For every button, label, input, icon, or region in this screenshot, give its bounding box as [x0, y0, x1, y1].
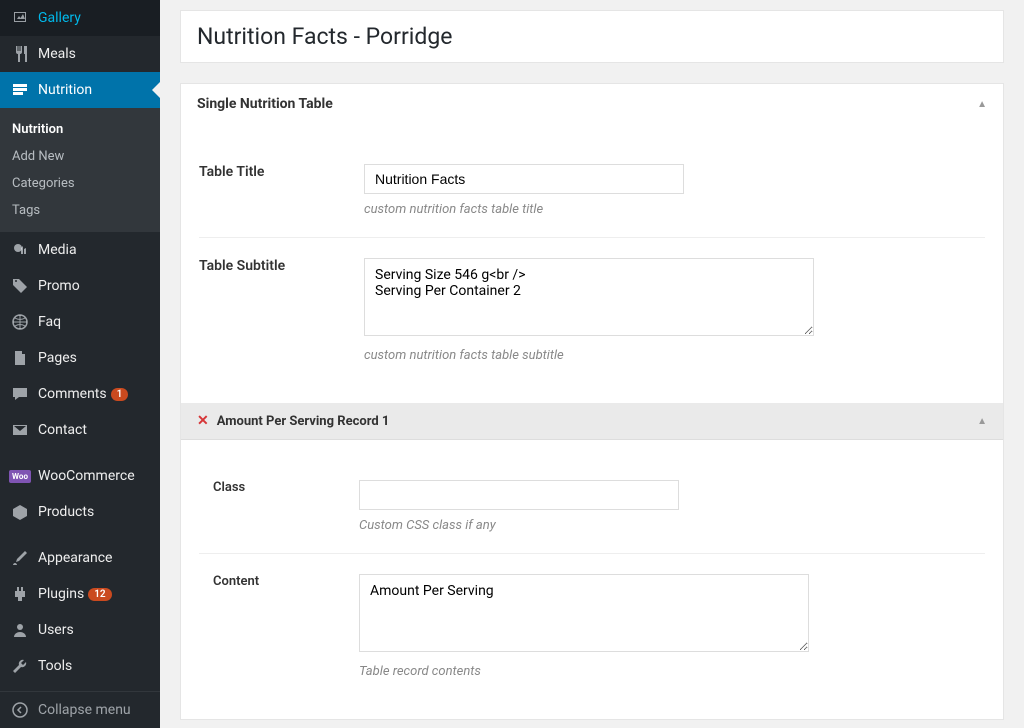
field-table-subtitle: Table Subtitle custom nutrition facts ta… — [199, 238, 985, 383]
sidebar-item-label: WooCommerce — [38, 468, 135, 484]
sidebar-item-label: Promo — [38, 278, 80, 294]
tools-icon — [10, 656, 30, 676]
nutrition-icon — [10, 80, 30, 100]
sidebar-item-label: Products — [38, 504, 94, 520]
collapse-arrow-icon: ▲ — [977, 99, 987, 110]
submenu-item-categories[interactable]: Categories — [0, 170, 160, 197]
panel-header[interactable]: Single Nutrition Table ▲ — [181, 84, 1003, 124]
pages-icon — [10, 348, 30, 368]
sidebar-item-plugins[interactable]: Plugins 12 — [0, 576, 160, 612]
remove-record-icon[interactable]: ✕ — [197, 413, 209, 429]
content-help: Table record contents — [359, 664, 985, 679]
sidebar-item-label: Plugins — [38, 586, 84, 602]
sidebar-item-users[interactable]: Users — [0, 612, 160, 648]
sidebar-item-media[interactable]: Media — [0, 232, 160, 268]
sidebar-item-label: Contact — [38, 422, 87, 438]
sidebar-item-nutrition[interactable]: Nutrition — [0, 72, 160, 108]
sidebar-item-contact[interactable]: Contact — [0, 412, 160, 448]
sidebar-item-settings[interactable]: Settings — [0, 684, 160, 691]
sidebar-item-label: Users — [38, 622, 74, 638]
sidebar-item-faq[interactable]: Faq — [0, 304, 160, 340]
class-help: Custom CSS class if any — [359, 518, 985, 533]
submenu-item-add-new[interactable]: Add New — [0, 143, 160, 170]
users-icon — [10, 620, 30, 640]
brush-icon — [10, 548, 30, 568]
comments-badge: 1 — [111, 388, 129, 401]
record-header[interactable]: ✕ Amount Per Serving Record 1 ▲ — [181, 403, 1003, 440]
sidebar-item-pages[interactable]: Pages — [0, 340, 160, 376]
comments-icon — [10, 384, 30, 404]
field-content: Content Table record contents — [199, 554, 985, 699]
collapse-arrow-icon: ▲ — [977, 416, 987, 427]
sidebar-item-meals[interactable]: Meals — [0, 36, 160, 72]
sidebar-item-promo[interactable]: Promo — [0, 268, 160, 304]
submenu-item-nutrition[interactable]: Nutrition — [0, 116, 160, 143]
submenu-item-tags[interactable]: Tags — [0, 197, 160, 224]
meals-icon — [10, 44, 30, 64]
record-title: Amount Per Serving Record 1 — [217, 414, 390, 429]
woo-icon: Woo — [10, 466, 30, 486]
sidebar-item-label: Media — [38, 242, 77, 258]
content-label: Content — [199, 574, 359, 589]
sidebar-item-label: Pages — [38, 350, 77, 366]
sidebar-item-label: Meals — [38, 46, 76, 62]
sidebar-item-label: Tools — [38, 658, 72, 674]
sidebar-item-label: Faq — [38, 314, 61, 330]
sidebar-item-label: Appearance — [38, 550, 112, 566]
media-icon — [10, 240, 30, 260]
sidebar-item-label: Gallery — [38, 10, 81, 26]
page-title: Nutrition Facts - Porridge — [197, 23, 987, 50]
table-title-input[interactable] — [364, 164, 684, 194]
sidebar-item-appearance[interactable]: Appearance — [0, 540, 160, 576]
collapse-menu-button[interactable]: Collapse menu — [0, 691, 160, 728]
content-textarea[interactable] — [359, 574, 809, 652]
nutrition-panel: Single Nutrition Table ▲ Table Title cus… — [180, 83, 1004, 720]
sidebar-item-products[interactable]: Products — [0, 494, 160, 530]
table-subtitle-label: Table Subtitle — [199, 258, 364, 274]
table-subtitle-help: custom nutrition facts table subtitle — [364, 348, 985, 363]
page-title-box: Nutrition Facts - Porridge — [180, 10, 1004, 63]
sidebar-item-comments[interactable]: Comments 1 — [0, 376, 160, 412]
table-title-label: Table Title — [199, 164, 364, 180]
field-class: Class Custom CSS class if any — [199, 460, 985, 554]
class-label: Class — [199, 480, 359, 495]
collapse-label: Collapse menu — [38, 702, 131, 718]
mail-icon — [10, 420, 30, 440]
admin-sidebar: Gallery Meals Nutrition Nutrition Add Ne… — [0, 0, 160, 728]
globe-icon — [10, 312, 30, 332]
sidebar-item-gallery[interactable]: Gallery — [0, 0, 160, 36]
field-table-title: Table Title custom nutrition facts table… — [199, 144, 985, 238]
products-icon — [10, 502, 30, 522]
sidebar-item-tools[interactable]: Tools — [0, 648, 160, 684]
sidebar-item-woocommerce[interactable]: Woo WooCommerce — [0, 458, 160, 494]
panel-title: Single Nutrition Table — [197, 96, 333, 112]
table-subtitle-textarea[interactable] — [364, 258, 814, 336]
plugins-badge: 12 — [88, 588, 111, 601]
main-content: Nutrition Facts - Porridge Single Nutrit… — [160, 0, 1024, 728]
collapse-icon — [10, 700, 30, 720]
table-title-help: custom nutrition facts table title — [364, 202, 985, 217]
plugin-icon — [10, 584, 30, 604]
sidebar-submenu: Nutrition Add New Categories Tags — [0, 108, 160, 232]
sidebar-item-label: Comments — [38, 386, 107, 402]
gallery-icon — [10, 8, 30, 28]
class-input[interactable] — [359, 480, 679, 510]
sidebar-item-label: Nutrition — [38, 82, 92, 98]
tag-icon — [10, 276, 30, 296]
